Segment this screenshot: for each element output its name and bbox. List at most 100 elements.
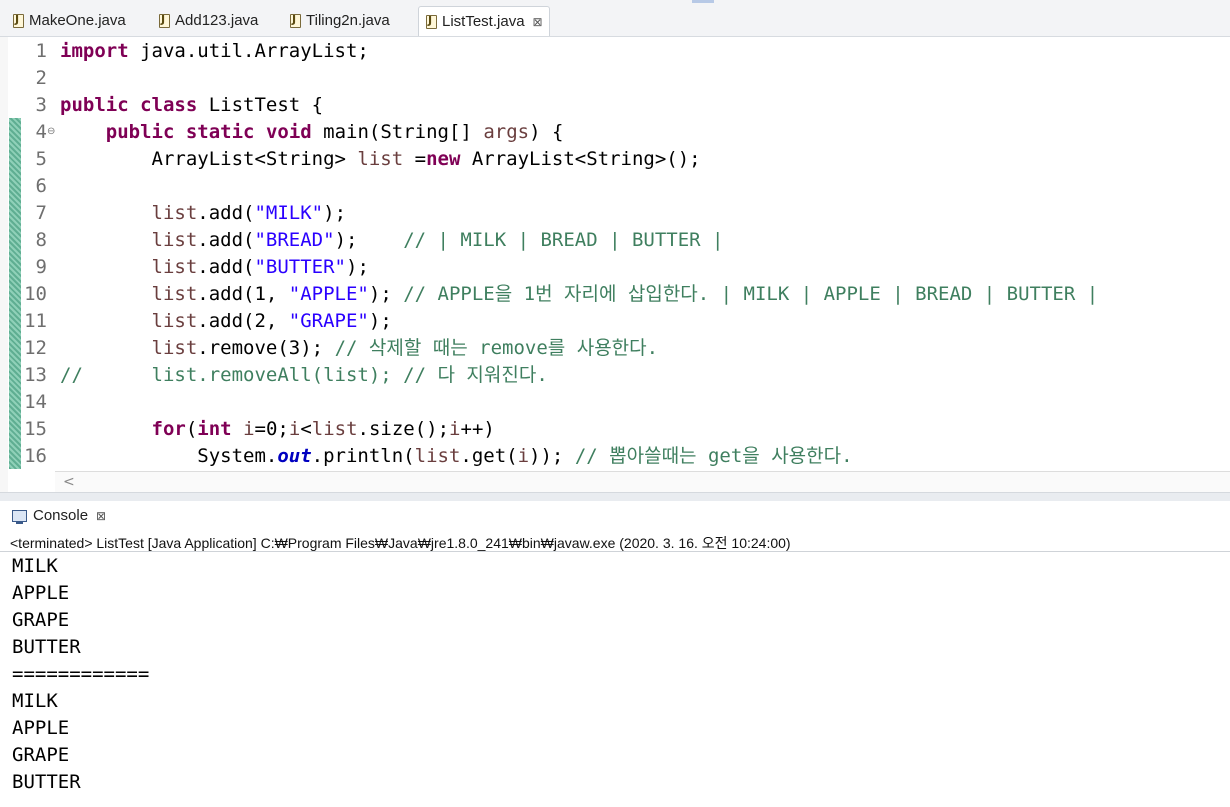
- code-token: .println(: [311, 445, 415, 467]
- code-line[interactable]: import java.util.ArrayList;: [60, 38, 369, 65]
- code-token: // 뽑아쓸때는 get을 사용한다.: [574, 445, 853, 467]
- code-token: ArrayList<String>: [60, 148, 358, 170]
- code-token: .add(1,: [197, 283, 289, 305]
- code-token: .add(2,: [197, 310, 289, 332]
- code-token: i: [449, 418, 461, 440]
- code-line[interactable]: list.add(2, "GRAPE");: [60, 308, 392, 335]
- line-number: 1: [35, 40, 47, 62]
- code-line[interactable]: list.add("BUTTER");: [60, 254, 369, 281]
- line-number: 3: [35, 94, 47, 116]
- close-console-icon[interactable]: ⊠: [96, 509, 106, 523]
- horizontal-scrollbar[interactable]: <: [55, 471, 1230, 492]
- code-token: =0;: [254, 418, 289, 440]
- code-line[interactable]: list.add("MILK");: [60, 200, 347, 227]
- panel-separator[interactable]: [0, 492, 1230, 501]
- code-token: .add(: [197, 202, 255, 224]
- tab-makeone[interactable]: MakeOne.java: [12, 6, 126, 35]
- code-line[interactable]: list.remove(3); // 삭제할 때는 remove를 사용한다.: [60, 335, 659, 362]
- code-token: public: [60, 94, 129, 116]
- tab-listtest[interactable]: ListTest.java ⊠: [418, 6, 550, 36]
- code-line[interactable]: public class ListTest {: [60, 92, 323, 119]
- editor-ruler: [0, 37, 8, 492]
- code-token: args: [483, 121, 530, 143]
- console-output-line: MILK: [12, 555, 58, 577]
- code-token: list: [311, 418, 358, 440]
- code-token: =: [403, 148, 427, 170]
- code-token: i: [517, 445, 530, 467]
- line-number: 15: [24, 418, 47, 440]
- tab-label: ListTest.java: [442, 13, 525, 30]
- code-token: out: [277, 445, 312, 467]
- code-token: );: [368, 310, 392, 332]
- fold-toggle-icon[interactable]: ⊖: [47, 127, 55, 137]
- code-token: "BREAD": [254, 229, 335, 251]
- code-token: (: [185, 418, 198, 440]
- console-header: Console ⊠: [0, 501, 1230, 531]
- code-token: "BUTTER": [254, 256, 346, 278]
- console-output-line: BUTTER: [12, 636, 81, 658]
- line-number: 9: [35, 256, 47, 278]
- console-output-line: MILK: [12, 690, 58, 712]
- code-line[interactable]: for(int i=0;i<list.size();i++): [60, 416, 495, 443]
- code-token: );: [334, 229, 404, 251]
- line-number: 10: [24, 283, 47, 305]
- code-line[interactable]: // list.removeAll(list); // 다 지워진다.: [60, 362, 548, 389]
- code-token: public: [105, 121, 175, 143]
- window-top-marker: [692, 0, 714, 3]
- code-token: list: [151, 202, 198, 224]
- code-token: ListTest {: [197, 94, 324, 116]
- close-tab-icon[interactable]: ⊠: [533, 15, 543, 29]
- line-number: 14: [24, 391, 47, 413]
- code-line[interactable]: list.add("BREAD"); // | MILK | BREAD | B…: [60, 227, 724, 254]
- code-editor[interactable]: 1 2 3 4 5 6 7 8 9 10 11 12 13 14 15 16 ⊖ import java.ut…: [0, 37, 1230, 492]
- console-output-line: APPLE: [12, 717, 70, 739]
- code-line[interactable]: public static void main(String[] args) {: [60, 119, 564, 146]
- code-token: .get(: [460, 445, 518, 467]
- code-token: .add(: [197, 229, 255, 251]
- tab-label: Tiling2n.java: [306, 12, 390, 29]
- code-token: .add(: [197, 256, 255, 278]
- code-line[interactable]: System.out.println(list.get(i)); // 뽑아쓸때…: [60, 443, 853, 470]
- code-token: "APPLE": [288, 283, 369, 305]
- tab-tiling2n[interactable]: Tiling2n.java: [289, 6, 390, 35]
- code-token: list: [357, 148, 404, 170]
- console-tab-label: Console: [33, 507, 89, 524]
- code-token: .size();: [357, 418, 450, 440]
- code-token: .remove(3);: [197, 337, 335, 359]
- java-file-icon: [12, 13, 24, 28]
- code-token: "GRAPE": [288, 310, 369, 332]
- code-token: list: [151, 256, 198, 278]
- status-divider: [0, 551, 1230, 552]
- java-file-icon: [289, 13, 301, 28]
- code-line[interactable]: list.add(1, "APPLE"); // APPLE을 1번 자리에 삽…: [60, 281, 1099, 308]
- scroll-left-icon[interactable]: <: [63, 472, 75, 492]
- line-number: 12: [24, 337, 47, 359]
- console-output-line: ============: [12, 663, 150, 685]
- code-token: list: [151, 310, 198, 332]
- line-number: 8: [35, 229, 47, 251]
- code-token: "MILK": [254, 202, 324, 224]
- code-line[interactable]: ArrayList<String> list =new ArrayList<St…: [60, 146, 701, 173]
- tab-console[interactable]: Console ⊠: [12, 507, 106, 524]
- code-token: void: [265, 121, 312, 143]
- code-token: import: [60, 40, 129, 62]
- code-token: new: [426, 148, 461, 170]
- code-token: ++): [460, 418, 495, 440]
- code-token: // list.removeAll(list); // 다 지워진다.: [60, 364, 548, 386]
- console-output-line: GRAPE: [12, 609, 70, 631]
- code-token: static: [185, 121, 255, 143]
- line-number: 13: [24, 364, 47, 386]
- tab-add123[interactable]: Add123.java: [158, 6, 258, 35]
- code-token: main(String[]: [311, 121, 484, 143]
- code-token: // APPLE을 1번 자리에 삽입한다. | MILK | APPLE | …: [403, 283, 1099, 305]
- code-token: list: [151, 229, 198, 251]
- line-number: 5: [35, 148, 47, 170]
- code-token: list: [151, 337, 198, 359]
- code-token: class: [140, 94, 198, 116]
